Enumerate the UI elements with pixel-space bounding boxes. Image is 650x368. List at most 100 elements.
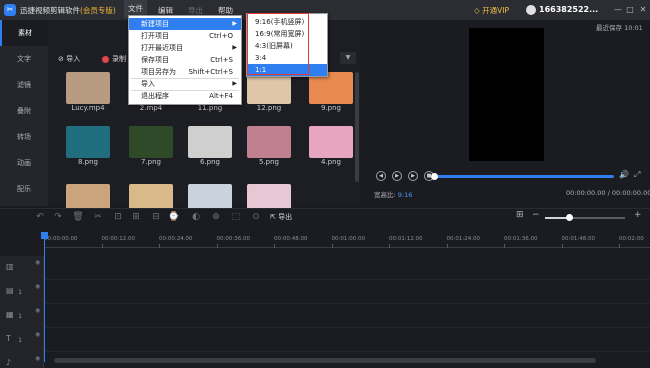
import-button[interactable]: ⊘ 导入 xyxy=(58,54,80,64)
export-icon: ⇱ xyxy=(270,213,279,221)
menu-item-shortcut: Shift+Ctrl+S xyxy=(188,68,233,76)
media-thumbnail[interactable] xyxy=(66,72,110,104)
timeline-tick xyxy=(101,244,103,248)
track-visibility-icon[interactable]: ◉ xyxy=(35,259,40,267)
toolbar-tool-icon[interactable]: ◐ xyxy=(190,211,202,223)
zoom-slider[interactable] xyxy=(545,214,625,221)
track-type-icon: ▥ xyxy=(6,262,14,271)
user-account[interactable]: 166382522... xyxy=(526,3,598,17)
menu-item-label: 保存项目 xyxy=(141,56,169,64)
file-menu-item[interactable]: 退出程序 Alt+F4 xyxy=(129,90,241,102)
nav-item-animation[interactable]: 动画 xyxy=(0,150,48,176)
play-icon[interactable]: ▶ xyxy=(392,171,402,181)
media-filename: 5.png xyxy=(258,158,279,166)
timeline-tick-label: 00:01:00.00 xyxy=(331,236,365,242)
menu-item-label: 打开项目 xyxy=(141,32,169,40)
record-icon xyxy=(102,55,109,63)
file-menu-item[interactable]: 项目另存为 Shift+Ctrl+S xyxy=(129,66,241,78)
toolbar-tool-icon[interactable]: 🗑 xyxy=(72,211,84,223)
next-frame-icon[interactable]: ▶ xyxy=(408,171,418,181)
timeline-track[interactable]: T 1 ◉ xyxy=(0,328,650,352)
menu-item-label: 新建项目 xyxy=(141,20,169,28)
nav-item-media[interactable]: 素材 xyxy=(0,20,48,46)
file-menu-item[interactable]: 导入 ▶ xyxy=(129,78,241,90)
volume-icon[interactable]: 🔊 xyxy=(619,170,629,179)
file-menu-item[interactable]: 新建项目 ▶ xyxy=(129,18,241,30)
timeline-tick-label: 00:00:48.00 xyxy=(274,236,308,242)
progress-knob[interactable] xyxy=(431,173,438,180)
toolbar-tool-icon[interactable]: ↷ xyxy=(52,211,64,223)
track-type-icon: T xyxy=(6,334,11,343)
fullscreen-icon[interactable]: ⤢ xyxy=(634,170,640,180)
media-thumbnail[interactable] xyxy=(188,126,232,158)
timeline-tick-label: 00:00:12.00 xyxy=(101,236,135,242)
track-visibility-icon[interactable]: ◉ xyxy=(35,355,40,363)
menu-item-label: 退出程序 xyxy=(141,92,169,100)
media-filename: 4.png xyxy=(320,158,341,166)
nav-item-filter[interactable]: 滤镜 xyxy=(0,72,48,98)
toolbar-tool-icon[interactable]: ✂ xyxy=(92,211,104,223)
media-thumbnail[interactable] xyxy=(129,126,173,158)
track-header: ▥ ◉ xyxy=(0,256,44,280)
media-thumbnail[interactable] xyxy=(66,126,110,158)
aspect-ratio-display[interactable]: 宽高比: 9:16 xyxy=(374,189,412,199)
timeline-tick xyxy=(619,244,620,248)
fit-timeline-icon[interactable]: ⊞ xyxy=(516,210,524,220)
menu-separator xyxy=(131,90,239,91)
prev-frame-icon[interactable]: ◀ xyxy=(376,171,386,181)
toolbar-tool-icon[interactable]: ⊡ xyxy=(112,211,124,223)
nav-item-overlay[interactable]: 叠附 xyxy=(0,98,48,124)
file-menu-item[interactable]: 打开最近项目 ▶ xyxy=(129,42,241,54)
open-vip-button[interactable]: ◇ 开通VIP xyxy=(474,5,509,16)
toolbar-tool-icon[interactable]: ↶ xyxy=(34,211,46,223)
import-icon: ⊘ xyxy=(58,55,67,63)
timeline-tick-label: 00:02:00 xyxy=(619,236,644,242)
toolbar-tool-icon[interactable]: ⊟ xyxy=(150,211,162,223)
timeline-track[interactable]: ▦ 1 ◉ xyxy=(0,304,650,328)
toolbar-tool-icon[interactable]: ⬚ xyxy=(230,211,242,223)
timeline-tick-label: 00:01:36.00 xyxy=(504,236,538,242)
track-index: 1 xyxy=(18,312,23,320)
track-visibility-icon[interactable]: ◉ xyxy=(35,307,40,315)
app-title: 迅捷视频剪辑软件(会员专版) xyxy=(20,6,116,15)
avatar xyxy=(526,4,536,15)
zoom-in-icon[interactable]: + xyxy=(634,210,642,220)
track-type-icon: ▦ xyxy=(6,310,14,319)
track-visibility-icon[interactable]: ◉ xyxy=(35,283,40,291)
media-thumbnail[interactable] xyxy=(309,126,353,158)
timeline-playhead[interactable] xyxy=(41,232,48,362)
toolbar-tool-icon[interactable]: ⌚ xyxy=(168,211,180,223)
timeline-track[interactable]: ▤ 1 ◉ xyxy=(0,280,650,304)
timeline-track[interactable]: ▥ ◉ xyxy=(0,256,650,280)
close-icon[interactable]: ✕ xyxy=(637,4,649,16)
sort-dropdown[interactable]: ▼ xyxy=(340,52,356,64)
nav-item-text[interactable]: 文字 xyxy=(0,46,48,72)
maximize-icon[interactable]: □ xyxy=(624,4,636,16)
track-visibility-icon[interactable]: ◉ xyxy=(35,331,40,339)
minimize-icon[interactable]: — xyxy=(612,4,624,16)
zoom-out-icon[interactable]: − xyxy=(532,210,540,220)
aspect-ratio-value: 9:16 xyxy=(397,191,413,199)
export-button[interactable]: ⇱ 导出 xyxy=(270,212,292,222)
track-index: 1 xyxy=(18,288,23,296)
timeline-tick xyxy=(159,244,160,248)
file-menu-item[interactable]: 保存项目 Ctrl+S xyxy=(129,54,241,66)
media-thumbnail[interactable] xyxy=(247,126,291,158)
nav-item-transition[interactable]: 转场 xyxy=(0,124,48,150)
toolbar-tool-icon[interactable]: ⊙ xyxy=(250,211,262,223)
toolbar-tool-icon[interactable]: ⊕ xyxy=(210,211,222,223)
preview-progress-bar[interactable] xyxy=(431,173,614,180)
media-filename: 6.png xyxy=(199,158,220,166)
file-menu-item[interactable]: 打开项目 Ctrl+O xyxy=(129,30,241,42)
track-type-icon: ▤ xyxy=(6,286,14,295)
toolbar-tool-icon[interactable]: ⊞ xyxy=(130,211,142,223)
media-filename: 11.png xyxy=(197,104,223,112)
zoom-slider-knob[interactable] xyxy=(566,214,573,221)
nav-item-music[interactable]: 配乐 xyxy=(0,176,48,202)
vip-edition-tag: (会员专版) xyxy=(80,6,116,15)
menu-item-label: 导入 xyxy=(141,80,155,88)
media-filename: 8.png xyxy=(77,158,98,166)
playhead-handle[interactable] xyxy=(41,232,48,239)
record-button[interactable]: 录制 xyxy=(102,54,126,64)
timeline-scrollbar[interactable] xyxy=(54,358,596,363)
